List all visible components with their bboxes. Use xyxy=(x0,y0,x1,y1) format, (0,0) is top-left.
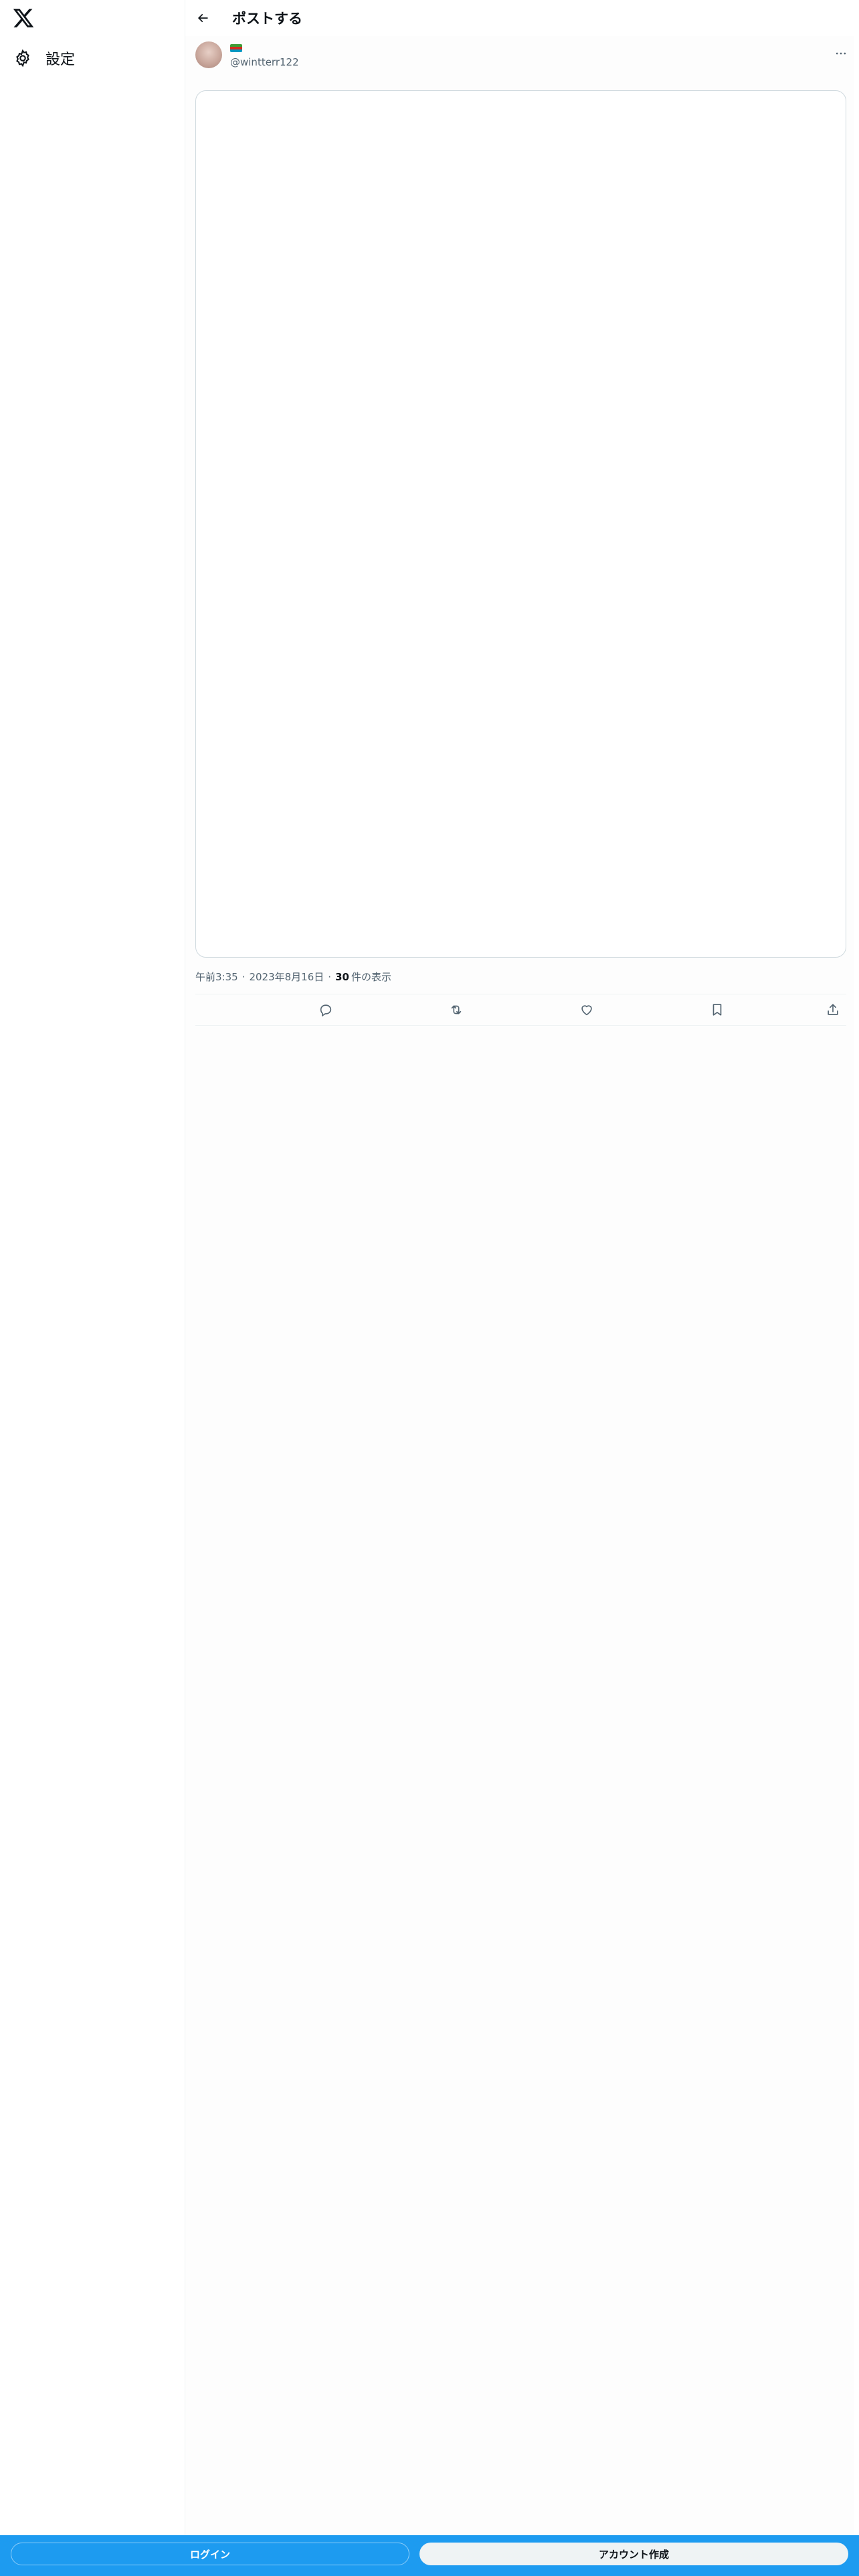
gear-icon xyxy=(13,49,32,68)
more-icon xyxy=(834,47,848,60)
page-title: ポストする xyxy=(232,11,302,27)
post-date[interactable]: 2023年8月16日 xyxy=(249,970,324,984)
x-logo-icon[interactable] xyxy=(12,7,35,29)
create-account-button[interactable]: アカウント作成 xyxy=(419,2543,848,2565)
back-arrow-icon xyxy=(196,11,209,25)
post-time[interactable]: 午前3:35 xyxy=(195,970,238,984)
meta-separator: · xyxy=(328,970,332,983)
bookmark-button[interactable] xyxy=(704,994,731,1025)
avatar[interactable] xyxy=(195,41,222,68)
bookmark-icon xyxy=(710,1002,725,1017)
flag-emoji-icon xyxy=(230,44,242,52)
bottom-signup-bar: ログイン アカウント作成 xyxy=(0,2535,859,2576)
repost-icon xyxy=(449,1002,464,1017)
views-count: 30 xyxy=(335,970,349,983)
repost-button[interactable] xyxy=(443,994,470,1025)
more-button[interactable] xyxy=(833,45,849,62)
sidebar: 設定 xyxy=(0,0,185,2576)
heart-icon xyxy=(579,1002,594,1017)
like-button[interactable] xyxy=(573,994,600,1025)
share-icon xyxy=(826,1002,840,1017)
login-button[interactable]: ログイン xyxy=(11,2543,409,2565)
page-header: ポストする xyxy=(185,0,854,36)
post-meta: 午前3:35 · 2023年8月16日 · 30 件の表示 xyxy=(195,970,391,984)
page: 設定 ポストする @wintterr122 午前3:35 · 2023年8月16… xyxy=(0,0,859,2576)
post-media[interactable] xyxy=(195,90,846,958)
reply-icon xyxy=(318,1002,333,1017)
reply-button[interactable] xyxy=(312,994,339,1025)
share-button[interactable] xyxy=(820,994,846,1025)
author-handle[interactable]: @wintterr122 xyxy=(230,56,299,68)
author-text: @wintterr122 xyxy=(230,41,299,75)
meta-separator: · xyxy=(242,970,246,983)
post-actions xyxy=(195,994,846,1026)
views-label: 件の表示 xyxy=(351,971,391,983)
sidebar-item-settings[interactable]: 設定 xyxy=(8,43,108,74)
back-button[interactable] xyxy=(192,7,213,29)
main-column: ポストする @wintterr122 午前3:35 · 2023年8月16日 ·… xyxy=(185,0,854,2576)
post-author[interactable]: @wintterr122 xyxy=(195,41,299,75)
display-name[interactable] xyxy=(230,41,299,55)
sidebar-item-label: 設定 xyxy=(45,51,76,68)
